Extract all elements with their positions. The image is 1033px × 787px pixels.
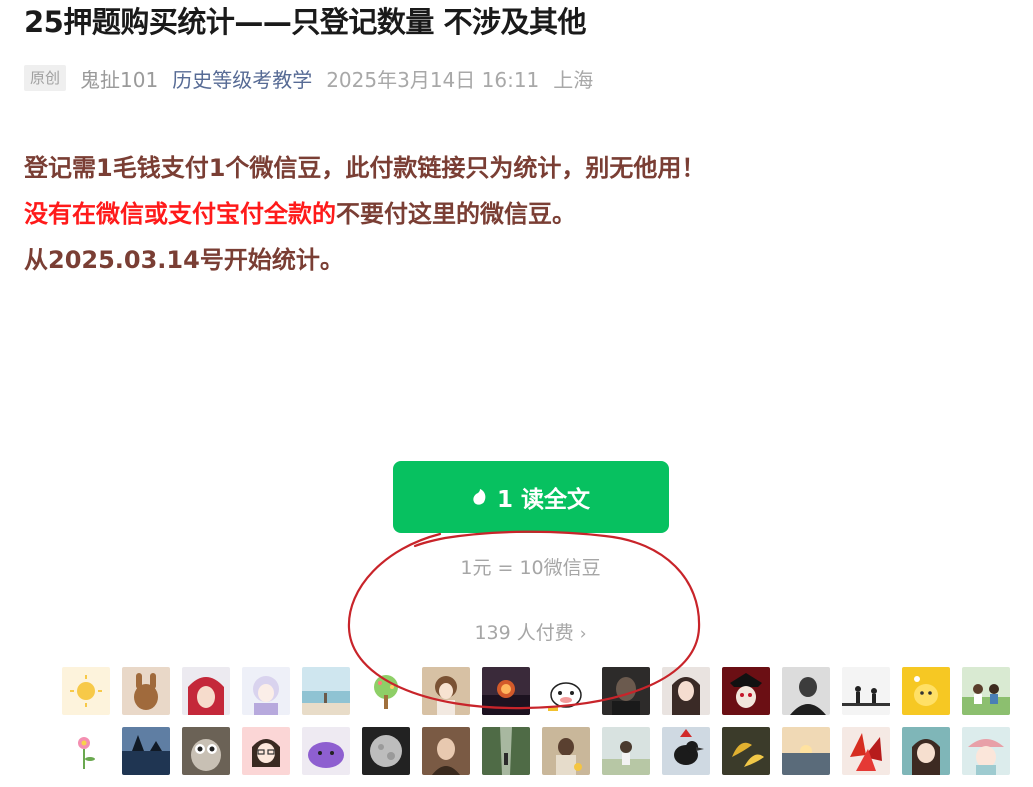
avatar[interactable] [422, 727, 470, 775]
avatar[interactable] [962, 667, 1010, 715]
avatar[interactable] [362, 727, 410, 775]
avatar[interactable] [722, 727, 770, 775]
avatar[interactable] [482, 727, 530, 775]
article-title: 25押题购买统计——只登记数量 不涉及其他 [24, 5, 586, 39]
article-body: 登记需1毛钱支付1个微信豆，此付款链接只为统计，别无他用！ 没有在微信或支付宝付… [24, 145, 705, 283]
avatar[interactable] [722, 667, 770, 715]
body-line-1: 登记需1毛钱支付1个微信豆，此付款链接只为统计，别无他用！ [24, 154, 706, 182]
avatar[interactable] [962, 727, 1010, 775]
avatar[interactable] [542, 727, 590, 775]
avatar[interactable] [482, 667, 530, 715]
avatar[interactable] [122, 727, 170, 775]
avatar[interactable] [302, 667, 350, 715]
avatar[interactable] [902, 667, 950, 715]
article-page: 25押题购买统计——只登记数量 不涉及其他 原创 鬼扯101 历史等级考教学 2… [0, 0, 1033, 787]
avatar[interactable] [782, 727, 830, 775]
chevron-right-icon: › [579, 624, 587, 644]
payer-count: 139 人付费 [474, 622, 574, 644]
avatar[interactable] [62, 727, 110, 775]
avatar[interactable] [242, 667, 290, 715]
avatar[interactable] [542, 667, 590, 715]
avatar[interactable] [662, 727, 710, 775]
payer-count-link[interactable]: 139 人付费 › [0, 618, 1033, 645]
avatar[interactable] [242, 727, 290, 775]
payer-avatar-grid [62, 667, 1010, 775]
read-full-button[interactable]: 1 读全文 [393, 461, 669, 533]
avatar[interactable] [602, 667, 650, 715]
body-line-2-rest: 不要付这里的微信豆。 [336, 200, 576, 228]
body-line-3: 从2025.03.14号开始统计。 [24, 246, 344, 274]
read-full-label: 1 读全文 [496, 487, 590, 513]
avatar[interactable] [842, 667, 890, 715]
avatar[interactable] [602, 727, 650, 775]
publish-date: 2025年3月14日 16:11 [326, 67, 540, 92]
account-link[interactable]: 历史等级考教学 [172, 64, 312, 93]
avatar[interactable] [842, 727, 890, 775]
body-line-2: 没有在微信或支付宝付全款的不要付这里的微信豆。 [24, 191, 705, 237]
publish-location: 上海 [553, 67, 594, 92]
article-meta: 原创 鬼扯101 历史等级考教学 2025年3月14日 16:11 上海 [24, 63, 593, 93]
avatar[interactable] [302, 727, 350, 775]
avatar[interactable] [422, 667, 470, 715]
avatar[interactable] [182, 667, 230, 715]
avatar[interactable] [782, 667, 830, 715]
author-name: 鬼扯101 [80, 67, 159, 92]
avatar[interactable] [62, 667, 110, 715]
avatar[interactable] [662, 667, 710, 715]
body-line-2-warning: 没有在微信或支付宝付全款的 [24, 200, 336, 228]
avatar[interactable] [902, 727, 950, 775]
wechat-bean-icon [473, 489, 486, 505]
avatar[interactable] [122, 667, 170, 715]
avatar[interactable] [362, 667, 410, 715]
original-badge: 原创 [24, 65, 67, 91]
avatar[interactable] [182, 727, 230, 775]
exchange-rate: 1元 = 10微信豆 [460, 557, 601, 579]
